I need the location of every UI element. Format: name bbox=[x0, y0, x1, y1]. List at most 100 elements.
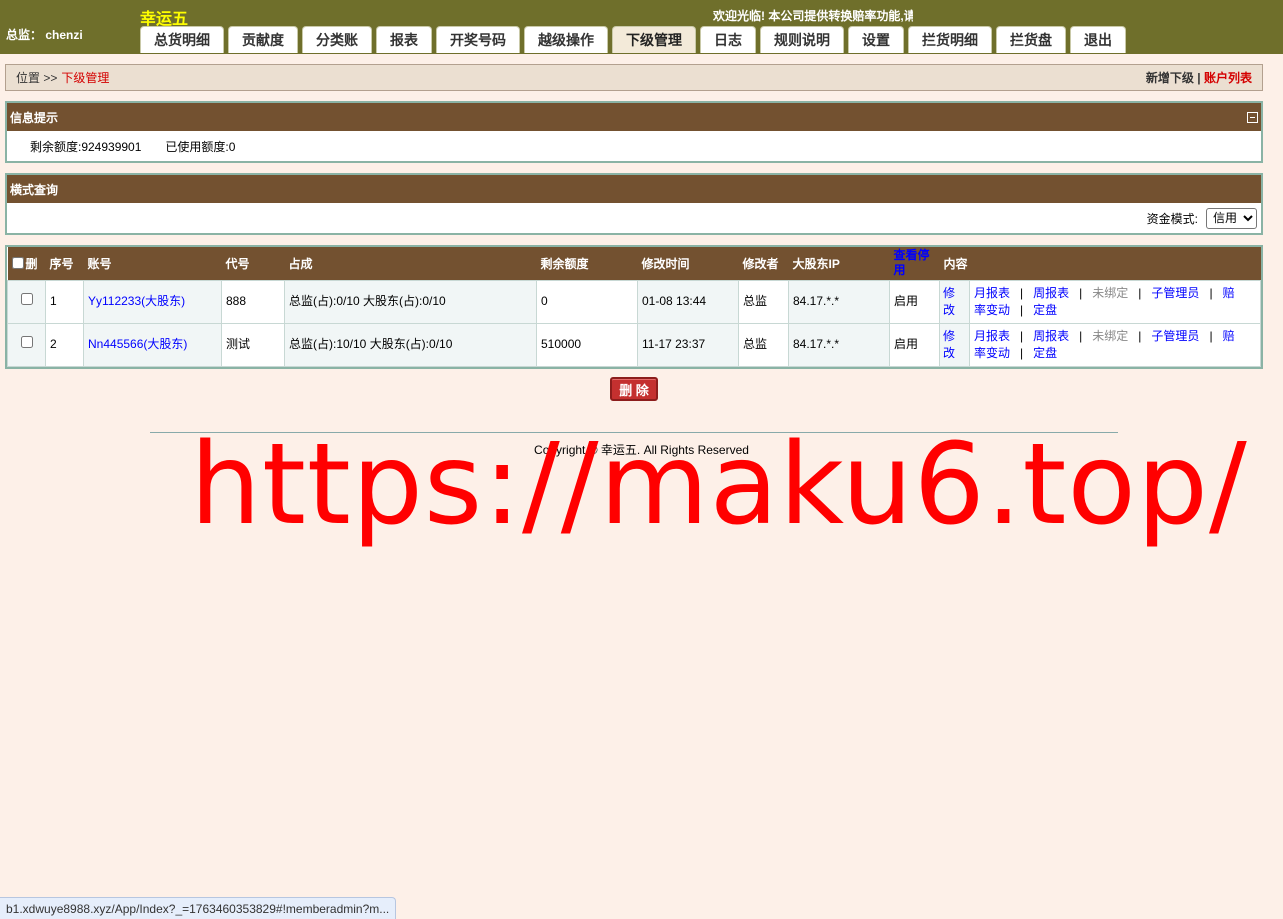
nav-tab[interactable]: 总货明细 bbox=[140, 26, 224, 53]
table-row: 1 Yy112233(大股东) 888 总监(占):0/10 大股东(占):0/10 0… bbox=[7, 279, 1261, 324]
nav-tab[interactable]: 贡献度 bbox=[228, 26, 298, 53]
row-edit-cell: 修改 bbox=[939, 322, 970, 367]
breadcrumb: 位置 >> 下级管理 新增下级 | 账户列表 bbox=[5, 64, 1263, 91]
monthly-report-link[interactable]: 月报表 bbox=[974, 329, 1010, 343]
row-index: 1 bbox=[45, 279, 84, 324]
fixed-plate-link[interactable]: 定盘 bbox=[1033, 303, 1057, 317]
weekly-report-link[interactable]: 周报表 bbox=[1033, 286, 1069, 300]
row-remaining: 0 bbox=[536, 279, 638, 324]
row-checkbox-cell bbox=[7, 279, 46, 324]
account-list-link[interactable]: 账户列表 bbox=[1204, 71, 1252, 85]
account-link[interactable]: Nn445566(大股东) bbox=[88, 337, 187, 351]
user-label: 总监： chenzi bbox=[6, 28, 83, 42]
row-modified-time: 11-17 23:37 bbox=[637, 322, 739, 367]
header-delete: 删 bbox=[7, 247, 46, 280]
delete-button[interactable]: 删 除 bbox=[610, 377, 658, 401]
add-sub-link[interactable]: 新增下级 bbox=[1146, 71, 1194, 85]
sub-admin-link[interactable]: 子管理员 bbox=[1151, 286, 1199, 300]
breadcrumb-position: 位置 >> bbox=[16, 71, 58, 85]
edit-link[interactable]: 修改 bbox=[943, 285, 957, 319]
row-share: 总监(占):10/10 大股东(占):0/10 bbox=[284, 322, 537, 367]
sub-admin-link[interactable]: 子管理员 bbox=[1151, 329, 1199, 343]
header-modifier: 修改者 bbox=[738, 247, 789, 280]
nav-tab[interactable]: 开奖号码 bbox=[436, 26, 520, 53]
search-panel-body: 资金模式: 信用 bbox=[7, 203, 1261, 233]
nav-tab[interactable]: 下级管理 bbox=[612, 26, 696, 53]
header-view-stop[interactable]: 查看停用 bbox=[889, 247, 940, 280]
header-modified-time: 修改时间 bbox=[637, 247, 739, 280]
row-account-cell: Nn445566(大股东) bbox=[83, 322, 222, 367]
welcome-marquee: 欢迎光临! 本公司提供转换赔率功能,请 bbox=[713, 9, 913, 23]
row-edit-cell: 修改 bbox=[939, 279, 970, 324]
breadcrumb-current: 下级管理 bbox=[61, 71, 110, 85]
status-bar-url: b1.xdwuye8988.xyz/App/Index?_=1763460353… bbox=[0, 897, 397, 919]
row-ip: 84.17.*.* bbox=[788, 279, 890, 324]
row-content-cell: 月报表 | 周报表 | 未绑定 | 子管理员 | 赔率变动 | 定盘 bbox=[969, 279, 1261, 324]
row-remaining: 510000 bbox=[536, 322, 638, 367]
fund-mode-label: 资金模式: bbox=[1146, 211, 1198, 226]
row-index: 2 bbox=[45, 322, 84, 367]
header-remaining: 剩余额度 bbox=[536, 247, 638, 280]
top-bar: 总监： chenzi 幸运五 欢迎光临! 本公司提供转换赔率功能,请 总货明细贡… bbox=[0, 0, 1283, 54]
nav-tab[interactable]: 拦货明细 bbox=[908, 26, 992, 53]
row-checkbox[interactable] bbox=[20, 336, 33, 348]
nav-tab[interactable]: 分类账 bbox=[302, 26, 372, 53]
table-body: 1 Yy112233(大股东) 888 总监(占):0/10 大股东(占):0/10 0… bbox=[7, 279, 1261, 367]
header-index: 序号 bbox=[45, 247, 84, 280]
table-header-row: 删 序号 账号 代号 占成 剩余额度 修改时间 修改者 大股东IP 查看停用 内… bbox=[7, 247, 1261, 280]
nav-tab[interactable]: 越级操作 bbox=[524, 26, 608, 53]
row-content-cell: 月报表 | 周报表 | 未绑定 | 子管理员 | 赔率变动 | 定盘 bbox=[969, 322, 1261, 367]
member-table-panel: 删 序号 账号 代号 占成 剩余额度 修改时间 修改者 大股东IP 查看停用 内… bbox=[5, 245, 1263, 369]
monthly-report-link[interactable]: 月报表 bbox=[974, 286, 1010, 300]
breadcrumb-divider: | bbox=[1197, 71, 1201, 85]
header-account: 账号 bbox=[83, 247, 222, 280]
view-stop-link[interactable]: 查看停用 bbox=[894, 248, 936, 278]
unbound-label: 未绑定 bbox=[1092, 285, 1129, 300]
search-panel: 横式查询 资金模式: 信用 bbox=[5, 173, 1263, 235]
breadcrumb-actions: 新增下级 | 账户列表 bbox=[1146, 69, 1252, 86]
row-checkbox-cell bbox=[7, 322, 46, 367]
scrollbar[interactable] bbox=[1268, 54, 1283, 897]
account-link[interactable]: Yy112233(大股东) bbox=[88, 294, 185, 308]
row-status: 启用 bbox=[889, 322, 940, 367]
row-code: 测试 bbox=[221, 322, 285, 367]
edit-link[interactable]: 修改 bbox=[943, 328, 957, 362]
weekly-report-link[interactable]: 周报表 bbox=[1033, 329, 1069, 343]
nav-tab[interactable]: 日志 bbox=[700, 26, 756, 53]
main-nav: 总货明细 贡献度 分类账 报表 开奖号码 越级操作 下级管理 日志 规则说明 设置 拦货明细 拦货盘退… bbox=[140, 26, 1126, 54]
nav-tab[interactable]: 退出 bbox=[1070, 26, 1126, 53]
remaining-credit: 剩余额度:924939901 bbox=[30, 139, 142, 154]
table-row: 2 Nn445566(大股东) 测试 总监(占):10/10 大股东(占):0/10 5… bbox=[7, 322, 1261, 367]
header-ip: 大股东IP bbox=[788, 247, 890, 280]
copyright: Copyright © 幸运五. All Rights Reserved bbox=[534, 443, 749, 457]
nav-tab[interactable]: 设置 bbox=[848, 26, 904, 53]
row-account-cell: Yy112233(大股东) bbox=[83, 279, 222, 324]
header-content: 内容 bbox=[939, 247, 1261, 280]
search-panel-header: 横式查询 bbox=[7, 175, 1261, 203]
select-all-checkbox[interactable] bbox=[11, 256, 24, 269]
nav-tab[interactable]: 拦货盘 bbox=[996, 26, 1066, 53]
row-modified-time: 01-08 13:44 bbox=[637, 279, 739, 324]
row-modifier: 总监 bbox=[738, 322, 789, 367]
info-panel-title: 信息提示 bbox=[10, 110, 59, 125]
nav-tab[interactable]: 规则说明 bbox=[760, 26, 844, 53]
row-ip: 84.17.*.* bbox=[788, 322, 890, 367]
used-credit: 已使用额度:0 bbox=[165, 139, 236, 154]
footer-divider bbox=[150, 432, 1118, 433]
nav-tab[interactable]: 报表 bbox=[376, 26, 432, 53]
info-panel: 信息提示 剩余额度:924939901 已使用额度:0 bbox=[5, 101, 1263, 163]
fixed-plate-link[interactable]: 定盘 bbox=[1033, 346, 1057, 360]
row-modifier: 总监 bbox=[738, 279, 789, 324]
watermark-text: https://maku6.top/ bbox=[190, 420, 1248, 550]
search-panel-title: 横式查询 bbox=[10, 182, 59, 197]
unbound-label: 未绑定 bbox=[1092, 328, 1129, 343]
row-checkbox[interactable] bbox=[20, 293, 33, 305]
row-code: 888 bbox=[221, 279, 285, 324]
row-status: 启用 bbox=[889, 279, 940, 324]
info-panel-body: 剩余额度:924939901 已使用额度:0 bbox=[7, 131, 1261, 161]
member-table: 删 序号 账号 代号 占成 剩余额度 修改时间 修改者 大股东IP 查看停用 内… bbox=[7, 247, 1261, 367]
header-code: 代号 bbox=[221, 247, 285, 280]
collapse-icon[interactable] bbox=[1247, 111, 1258, 123]
header-share: 占成 bbox=[284, 247, 537, 280]
fund-mode-select[interactable]: 信用 bbox=[1206, 207, 1257, 229]
